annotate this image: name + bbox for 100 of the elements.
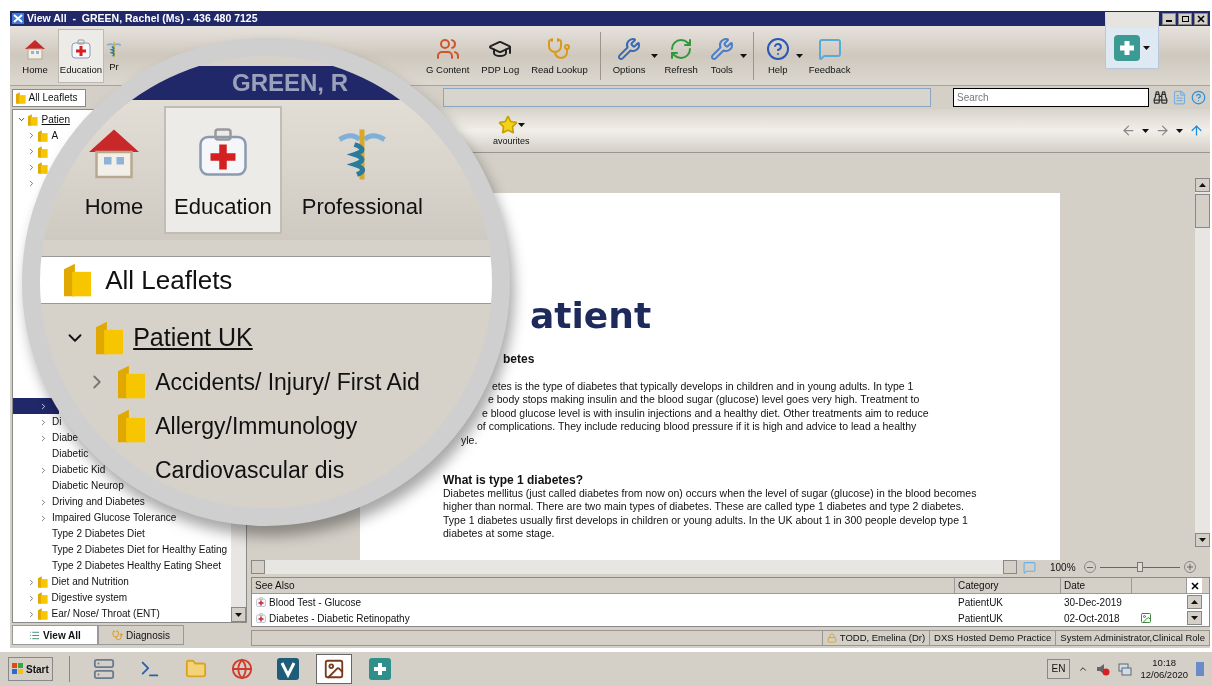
medical-kit-icon [255,596,267,608]
toolbar-button[interactable]: Feedback [802,28,857,83]
scroll-down-button[interactable] [1187,611,1202,625]
folder-icon [38,129,48,142]
v-logo-icon[interactable] [276,658,299,680]
tree-item[interactable]: Diabe [50,433,79,444]
tree-item[interactable]: Diabetic Neurop [50,481,124,492]
logo-text: atient [530,298,652,334]
tree-item[interactable]: Driving and Diabetes [50,497,145,508]
scroll-thumb[interactable] [1195,194,1210,228]
toolbar-button[interactable]: Read Lookup [525,28,594,83]
toolbar-button[interactable]: Help [759,28,796,83]
minimize-button[interactable] [1162,12,1176,25]
address-field[interactable] [443,88,931,107]
toolbar-button[interactable]: Tools [703,28,740,83]
scroll-left-button[interactable] [251,560,265,574]
toolbar-button[interactable]: Education [58,28,104,83]
folder-icon [28,113,38,126]
chevron-right-icon[interactable] [39,465,48,475]
status-practice: DXS Hosted Demo Practice [929,631,1056,645]
stethoscope-icon [547,36,572,61]
caret-icon [1143,46,1150,50]
folder-icon [64,263,92,297]
tree-item[interactable]: Digestive system [49,593,128,604]
zoom-slider[interactable] [1099,561,1180,573]
caret-icon [517,123,525,127]
filter-dropdown[interactable]: All Leaflets [12,88,86,107]
down-arrow-icon [1199,538,1206,542]
restore-button[interactable] [1178,12,1192,25]
binoculars-icon[interactable] [1153,90,1168,105]
table-cell[interactable]: Blood Test - Glucose [269,594,362,610]
help-icon[interactable] [1191,90,1206,105]
tree-item[interactable]: Di [50,417,62,428]
scroll-down-button[interactable] [1195,533,1210,547]
tree-item[interactable]: Type 2 Diabetes Diet for Healthy Eating [50,545,228,556]
tree-item[interactable]: Patien [39,114,70,125]
tree-item[interactable]: Cardiovascular dis [155,452,345,488]
search-field[interactable]: Search [953,88,1149,107]
speaker-muted-icon[interactable] [1096,662,1111,676]
folder-icon [118,365,146,399]
tab[interactable]: Diagnosis [98,625,184,645]
windows-logo-icon [12,663,24,675]
tree-item[interactable]: Type 2 Diabetes Healthy Eating Sheet [50,561,221,572]
status-role: System Administrator,Clinical Role [1055,631,1209,645]
tree-item[interactable]: Diet and Nutrition [49,577,129,588]
tree-item[interactable]: Allergy/Immunology [155,408,358,444]
tree-item[interactable]: Diabetic Kid [50,465,106,476]
window-title: View All - GREEN, Rachel (Ms) - 436 480 7125 [27,13,258,24]
caduceus-icon [105,39,123,58]
toolbar-button[interactable]: Options [606,28,652,83]
table-cell[interactable]: Diabetes - Diabetic Retinopathy [269,610,410,626]
magnified-title-text: GREEN, R [232,71,348,95]
tree-item[interactable]: Diabetic [50,449,89,460]
column-header: Date [1061,578,1132,593]
language-indicator[interactable]: EN [1046,659,1071,679]
tree-item[interactable]: Accidents/ Injury/ First Aid [155,364,420,400]
caret-icon [739,53,747,58]
caret-icon [651,53,659,58]
folder-icon [38,145,48,158]
toolbar-button[interactable]: Professional [293,106,431,234]
picture-icon[interactable] [322,658,345,680]
toolbar-button[interactable]: Home [76,106,152,234]
close-icon [1197,14,1205,23]
scroll-up-button[interactable] [1187,595,1202,609]
scroll-down-button[interactable] [231,607,246,622]
tree-item[interactable]: Impaired Glucose Tolerance [50,513,177,524]
column-header: Category [955,578,1061,593]
scroll-right-button[interactable] [1003,560,1017,574]
network-icon[interactable] [1118,662,1133,676]
forward-icon[interactable] [1155,123,1170,138]
back-icon[interactable] [1121,123,1136,138]
app-logo-icon [12,13,24,24]
tray-expand-icon[interactable] [1078,664,1089,674]
down-arrow-icon [235,612,242,617]
scroll-up-button[interactable] [1195,178,1210,192]
folder-icon [38,608,48,620]
article-heading: betes [503,352,535,366]
folder-icon [38,161,48,174]
browser-icon[interactable] [230,658,253,680]
up-icon[interactable] [1189,123,1204,138]
section-heading: What is type 1 diabetes? [443,473,584,488]
folder-icon [16,91,26,104]
server-icon[interactable] [92,658,115,680]
tab[interactable]: View All [12,625,98,645]
wrench-icon [709,36,734,61]
tree-item[interactable]: Ear/ Nose/ Throat (ENT) [49,609,160,619]
tree-item[interactable]: Type 2 Diabetes Diet [50,529,145,540]
table-cell-text: 30-Dec-2019 [1063,595,1123,610]
image-icon [1140,612,1152,624]
plus-icon [1114,35,1140,61]
filter-dropdown[interactable]: All Leaflets [40,256,492,304]
plus-app-icon[interactable] [368,658,391,680]
toolbar-button[interactable]: Education [164,106,282,234]
close-button[interactable] [1194,12,1208,25]
start-button[interactable]: Start [8,657,53,681]
slider-thumb[interactable] [1136,562,1143,572]
close-button[interactable] [1187,578,1202,593]
tree-item[interactable]: A [49,130,59,141]
tree-item[interactable]: Patient UK [133,319,253,357]
toolbar-button[interactable]: Refresh [658,28,704,83]
